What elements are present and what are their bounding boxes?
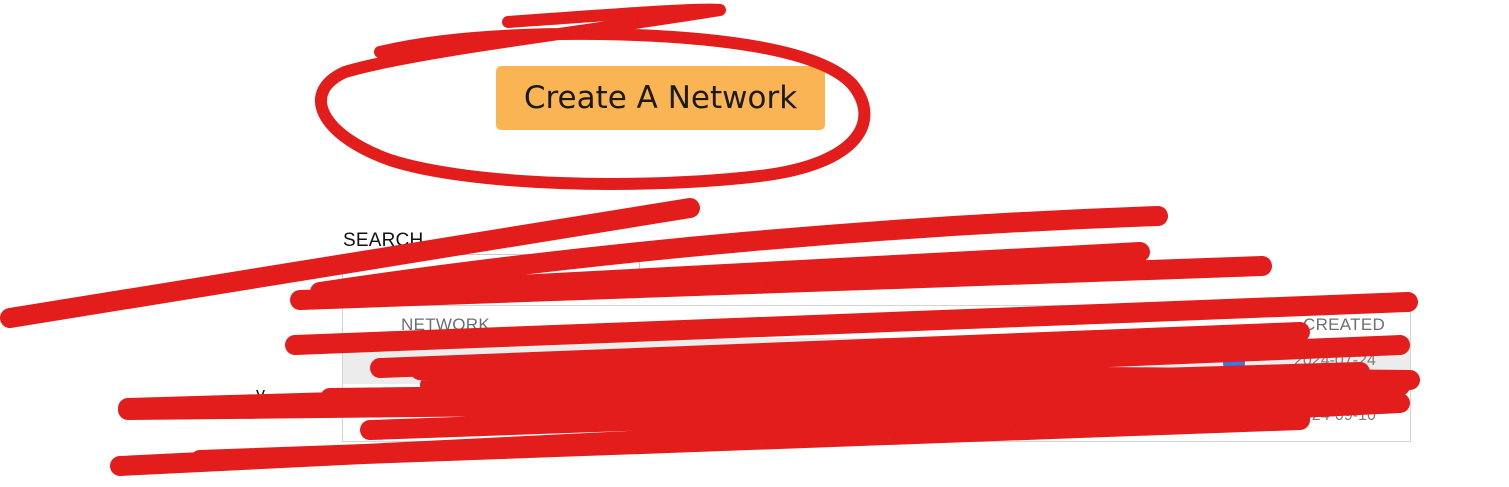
create-network-button[interactable]: Create A Network — [496, 66, 825, 130]
created-date: 2024-09-10 — [1294, 407, 1376, 424]
column-header-description[interactable]: DESCRIPTI — [838, 315, 931, 335]
table-row[interactable]: 10.147 8 2024-09-10 — [343, 393, 1410, 439]
row-ip-fragment: 10.147 — [1015, 407, 1064, 424]
badge-count-icon — [1223, 352, 1245, 374]
created-date: 2024-07-24 — [1294, 352, 1376, 369]
table-row[interactable]: 2024-07-24 — [343, 338, 1410, 384]
networks-table: NETWORK DESCRIPTI CREATED 2024-07-24 10.… — [342, 305, 1411, 442]
search-input[interactable] — [342, 254, 640, 298]
column-header-network[interactable]: NETWORK — [401, 315, 490, 335]
column-header-created[interactable]: CREATED — [1303, 315, 1385, 335]
search-label: SEARCH — [343, 230, 424, 251]
side-text-fragment: y — [256, 384, 265, 404]
badge-count-icon: 8 — [1223, 407, 1245, 429]
